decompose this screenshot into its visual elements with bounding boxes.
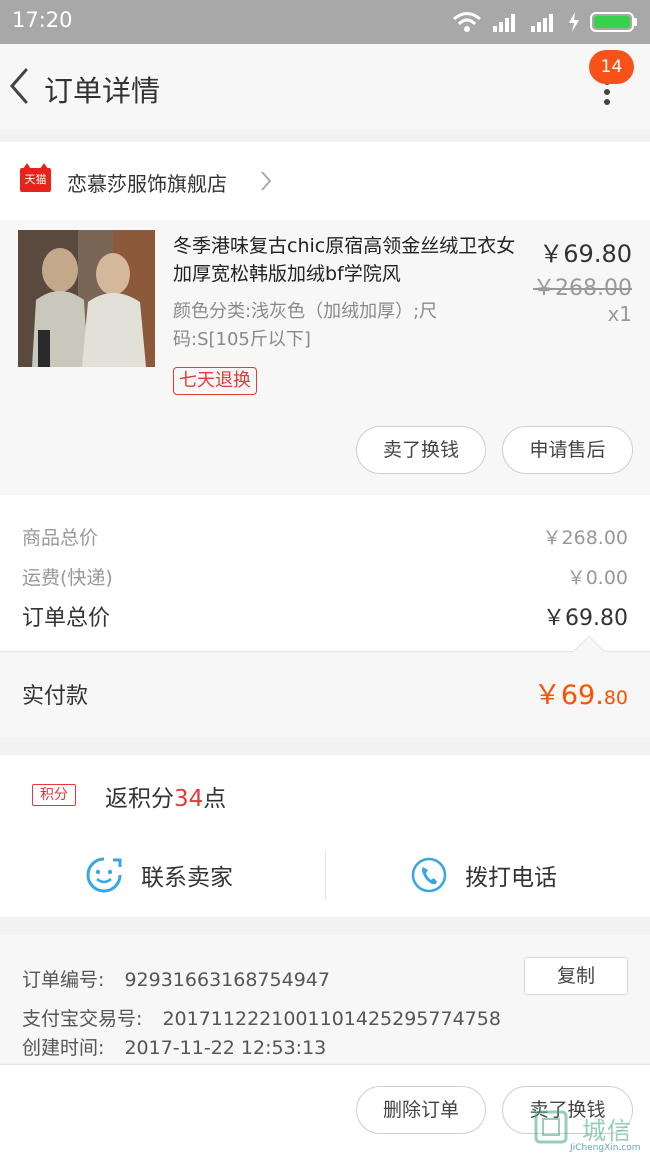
delete-order-button[interactable]: 删除订单 bbox=[356, 1086, 486, 1134]
points-prefix: 返积分 bbox=[105, 786, 174, 812]
smiley-chat-icon bbox=[86, 857, 122, 893]
shop-name[interactable]: 恋慕莎服饰旗舰店 bbox=[67, 168, 227, 197]
sell-for-cash-button[interactable]: 卖了换钱 bbox=[356, 426, 486, 474]
order-number-value: 92931663168754947 bbox=[124, 969, 330, 991]
status-icons bbox=[452, 10, 638, 34]
product-photo-icon bbox=[18, 230, 155, 367]
order-info: 订单编号: 92931663168754947 复制 支付宝交易号: 20171… bbox=[0, 935, 650, 1063]
nav-bar: 订单详情 14 bbox=[0, 44, 650, 130]
created-time-row: 创建时间: 2017-11-22 12:53:13 bbox=[22, 1033, 326, 1060]
product-original-price: ￥268.00 bbox=[533, 276, 632, 301]
order-total-value: ￥69.80 bbox=[543, 606, 628, 631]
points-value: 34 bbox=[174, 786, 204, 812]
call-phone-button[interactable]: 拨打电话 bbox=[411, 850, 557, 900]
signal-icon bbox=[493, 14, 515, 32]
seven-day-return-tag: 七天退换 bbox=[173, 367, 257, 395]
shipping-value: ￥0.00 bbox=[566, 567, 628, 589]
price-summary: 商品总价 ￥268.00 运费(快递) ￥0.00 订单总价 ￥69.80 实付… bbox=[0, 495, 650, 738]
goods-total-value: ￥268.00 bbox=[542, 527, 628, 549]
product-quantity: x1 bbox=[607, 302, 632, 326]
charging-icon bbox=[569, 12, 579, 32]
product-card: 冬季港味复古chic原宿高领金丝绒卫衣女加厚宽松韩版加绒bf学院风 颜色分类:浅… bbox=[0, 220, 650, 495]
paid-label: 实付款 bbox=[22, 684, 89, 709]
shop-row[interactable]: 天猫 恋慕莎服饰旗舰店 bbox=[0, 142, 650, 220]
created-time-label: 创建时间: bbox=[22, 1037, 105, 1059]
points-contact-section: 积分 返积分34点 联系卖家 拨打电话 bbox=[0, 755, 650, 917]
after-sales-button[interactable]: 申请售后 bbox=[502, 426, 633, 474]
paid-value-main: ￥69. bbox=[533, 680, 604, 711]
call-phone-label: 拨打电话 bbox=[465, 865, 557, 891]
watermark-subtext: JiChengXin.com bbox=[570, 1143, 641, 1153]
alipay-row: 支付宝交易号: 2017112221001101425295774758 bbox=[22, 1004, 501, 1031]
alipay-label: 支付宝交易号: bbox=[22, 1008, 143, 1030]
product-price: ￥69.80 bbox=[539, 240, 632, 268]
points-text: 返积分34点 bbox=[105, 779, 226, 813]
product-name[interactable]: 冬季港味复古chic原宿高领金丝绒卫衣女加厚宽松韩版加绒bf学院风 bbox=[173, 232, 523, 288]
order-total-label: 订单总价 bbox=[22, 606, 111, 631]
tmall-logo: 天猫 bbox=[20, 163, 51, 192]
copy-button[interactable]: 复制 bbox=[524, 957, 628, 995]
paid-value: ￥69.80 bbox=[534, 673, 628, 712]
signal-icon-2 bbox=[531, 14, 553, 32]
chevron-right-icon bbox=[261, 171, 272, 191]
phone-icon bbox=[411, 857, 447, 893]
back-arrow-icon[interactable] bbox=[6, 66, 36, 106]
alipay-value: 2017112221001101425295774758 bbox=[162, 1008, 501, 1030]
goods-total-label: 商品总价 bbox=[22, 527, 99, 549]
contact-divider bbox=[325, 850, 326, 900]
order-number-row: 订单编号: 92931663168754947 bbox=[22, 965, 330, 992]
points-suffix: 点 bbox=[203, 786, 227, 812]
product-spec: 颜色分类:浅灰色（加绒加厚）;尺码:S[105斤以下] bbox=[173, 301, 438, 350]
created-time-value: 2017-11-22 12:53:13 bbox=[124, 1037, 327, 1059]
page-title: 订单详情 bbox=[44, 74, 161, 108]
message-badge[interactable]: 14 bbox=[589, 50, 634, 84]
status-time: 17:20 bbox=[12, 8, 73, 32]
product-thumbnail[interactable] bbox=[18, 230, 155, 367]
points-tag: 积分 bbox=[32, 784, 76, 806]
wifi-icon bbox=[453, 12, 481, 32]
contact-seller-button[interactable]: 联系卖家 bbox=[85, 850, 233, 900]
paid-value-cents: 80 bbox=[603, 687, 628, 709]
shipping-label: 运费(快递) bbox=[22, 567, 113, 589]
battery-icon bbox=[590, 12, 637, 32]
contact-seller-label: 联系卖家 bbox=[141, 865, 233, 891]
watermark-text: 城信 bbox=[582, 1117, 632, 1145]
order-number-label: 订单编号: bbox=[22, 969, 105, 991]
status-bar: 17:20 bbox=[0, 0, 650, 44]
